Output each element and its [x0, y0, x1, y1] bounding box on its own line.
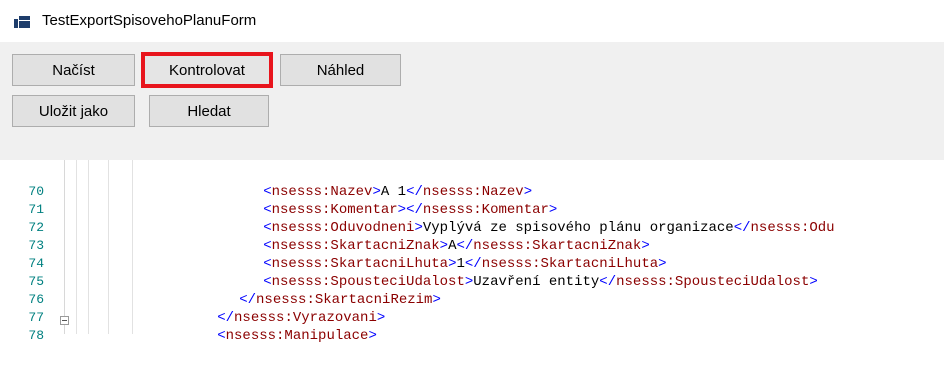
code-line: 76 </nsesss:SkartacniRezim>: [0, 276, 944, 308]
code-line: 72 <nsesss:Oduvodneni>Vyplývá ze spisové…: [0, 204, 944, 236]
search-button[interactable]: Hledat: [149, 95, 269, 127]
title-bar[interactable]: TestExportSpisovehoPlanuForm: [0, 0, 944, 42]
code-line: 73 <nsesss:SkartacniZnak>A</nsesss:Skart…: [0, 222, 944, 254]
window-title: TestExportSpisovehoPlanuForm: [42, 12, 257, 29]
load-button[interactable]: Načíst: [12, 54, 135, 86]
app-window-icon: [14, 16, 30, 28]
app-window: TestExportSpisovehoPlanuForm Načíst Kont…: [0, 0, 944, 344]
toolbar: Načíst Kontrolovat Náhled Uložit jako Hl…: [0, 42, 944, 160]
code-line: 75 <nsesss:SpousteciUdalost>Uzavření ent…: [0, 258, 944, 290]
line-number: 78: [28, 328, 44, 343]
code-line: 77 </nsesss:Vyrazovani>: [0, 294, 944, 326]
check-button[interactable]: Kontrolovat: [141, 52, 273, 88]
code-line: 71 <nsesss:Komentar></nsesss:Komentar>: [0, 186, 944, 218]
fold-collapse-icon[interactable]: [60, 316, 69, 325]
code-line: 78 <nsesss:Manipulace>: [0, 312, 944, 344]
code-line: 74 <nsesss:SkartacniLhuta>1</nsesss:Skar…: [0, 240, 944, 272]
preview-button[interactable]: Náhled: [280, 54, 401, 86]
code-line: 70 <nsesss:Nazev>A 1</nsesss:Nazev>: [0, 168, 944, 200]
xml-editor[interactable]: 70 <nsesss:Nazev>A 1</nsesss:Nazev> 71 <…: [0, 160, 944, 344]
save-as-button[interactable]: Uložit jako: [12, 95, 135, 127]
